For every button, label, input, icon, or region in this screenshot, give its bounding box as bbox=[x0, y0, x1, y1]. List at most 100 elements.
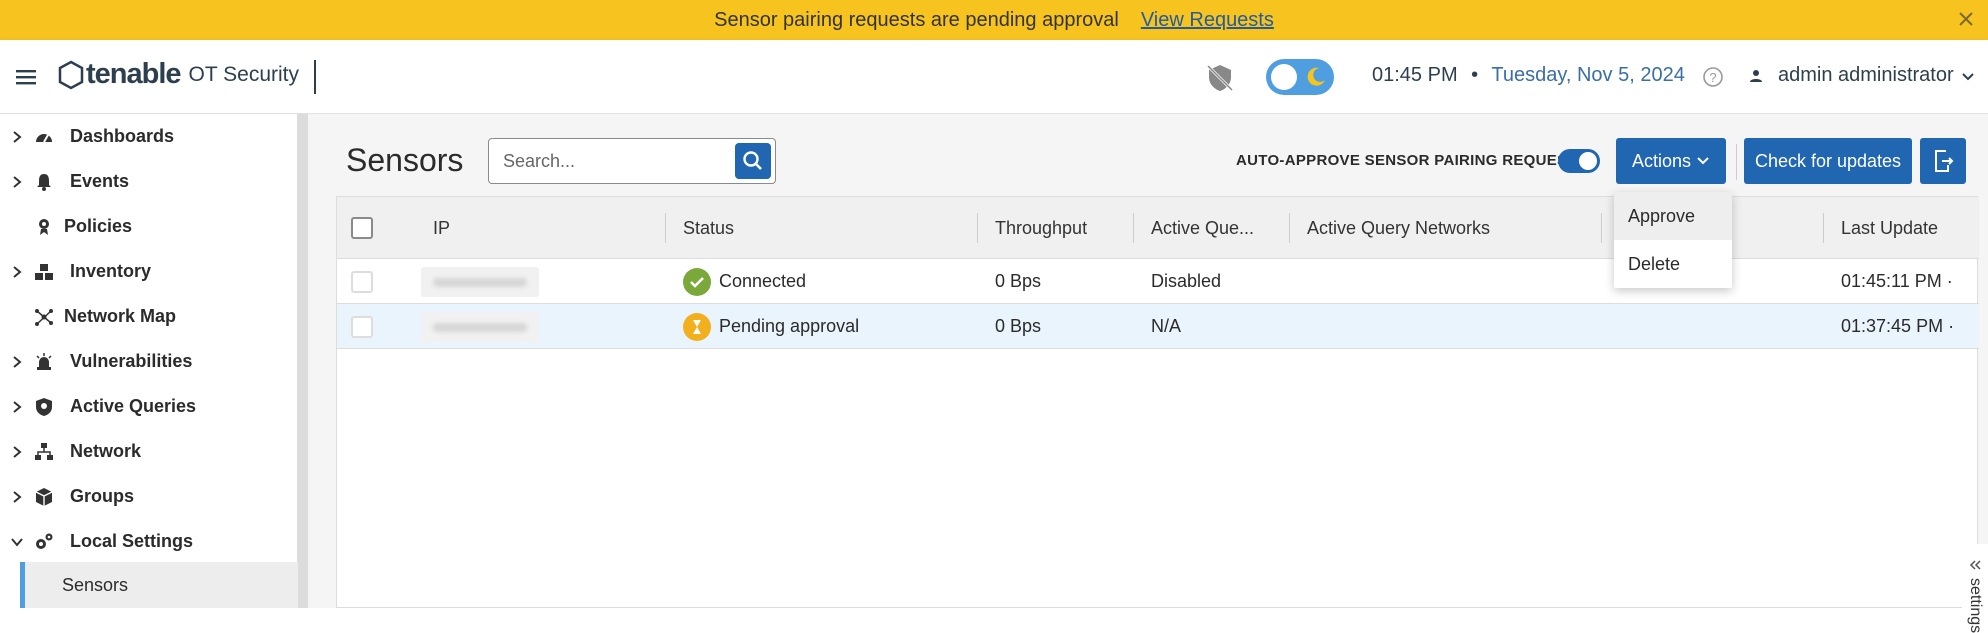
sidebar-subitem-label: Sensors bbox=[62, 574, 129, 595]
theme-toggle-knob bbox=[1271, 64, 1297, 90]
main-content: Sensors AUTO-APPROVE SENSOR PAIRING REQU… bbox=[308, 114, 1988, 633]
sidebar-item-label: Network bbox=[70, 441, 142, 461]
groups-icon bbox=[35, 487, 53, 506]
ip-redacted bbox=[421, 312, 539, 342]
throughput-cell: 0 Bps bbox=[995, 271, 1042, 291]
pending-approval-banner: Sensor pairing requests are pending appr… bbox=[0, 0, 1988, 40]
settings-icon bbox=[36, 533, 53, 549]
column-divider[interactable] bbox=[1823, 213, 1824, 243]
ip-redacted bbox=[421, 267, 539, 297]
user-menu[interactable]: admin administrator bbox=[1748, 64, 1976, 87]
menu-item-approve[interactable]: Approve bbox=[1614, 192, 1732, 240]
chevron-right-icon bbox=[13, 130, 22, 143]
sidebar-item-label: Dashboards bbox=[70, 126, 175, 146]
header-divider bbox=[314, 60, 316, 94]
throughput-cell: 0 Bps bbox=[995, 316, 1042, 336]
sidebar-item-local-settings[interactable]: Local Settings bbox=[0, 519, 298, 564]
sidebar-item-label: Local Settings bbox=[70, 531, 194, 551]
clock: 01:45 PM • Tuesday, Nov 5, 2024 bbox=[1372, 64, 1685, 87]
table-row[interactable]: Pending approval 0 Bps N/A 01:37:45 PM · bbox=[337, 304, 1979, 349]
tenable-logo-icon bbox=[58, 60, 84, 89]
actions-menu: Approve Delete bbox=[1614, 192, 1732, 288]
chevron-right-icon bbox=[13, 265, 22, 278]
row-checkbox[interactable] bbox=[351, 316, 373, 338]
toolbar-divider bbox=[1736, 144, 1737, 180]
sidebar-scrollbar[interactable] bbox=[298, 114, 308, 608]
export-icon bbox=[1935, 150, 1954, 172]
column-header-last-update[interactable]: Last Update bbox=[1841, 197, 1938, 259]
chevron-right-icon bbox=[13, 175, 22, 188]
current-date: Tuesday, Nov 5, 2024 bbox=[1491, 64, 1685, 86]
check-circle-icon bbox=[683, 267, 711, 296]
menu-icon[interactable] bbox=[14, 67, 38, 87]
shield-off-icon[interactable] bbox=[1204, 62, 1236, 94]
column-divider[interactable] bbox=[1289, 213, 1290, 243]
auto-approve-label: AUTO-APPROVE SENSOR PAIRING REQUESTS bbox=[1236, 152, 1588, 169]
sidebar: Dashboards Events Policies Inventory Net… bbox=[0, 114, 298, 608]
column-header-active-queries[interactable]: Active Que... bbox=[1151, 197, 1254, 259]
check-for-updates-button[interactable]: Check for updates bbox=[1744, 138, 1912, 184]
export-button[interactable] bbox=[1920, 138, 1966, 184]
help-icon[interactable]: ? bbox=[1702, 66, 1724, 88]
shield-icon bbox=[36, 397, 52, 416]
column-header-ip[interactable]: IP bbox=[433, 197, 450, 259]
menu-item-delete[interactable]: Delete bbox=[1614, 240, 1732, 288]
sidebar-item-vulnerabilities[interactable]: Vulnerabilities bbox=[0, 339, 298, 384]
column-header-throughput[interactable]: Throughput bbox=[995, 197, 1087, 259]
search-icon bbox=[743, 151, 762, 170]
column-divider[interactable] bbox=[977, 213, 978, 243]
select-all-checkbox[interactable] bbox=[351, 217, 373, 239]
auto-approve-toggle[interactable] bbox=[1558, 149, 1600, 173]
network-map-icon bbox=[35, 308, 53, 326]
status-cell: Connected bbox=[683, 259, 806, 304]
sidebar-item-label: Network Map bbox=[64, 306, 177, 326]
page-title: Sensors bbox=[346, 142, 464, 178]
close-icon[interactable] bbox=[1954, 7, 1978, 31]
chevron-down-icon bbox=[1961, 72, 1974, 80]
row-checkbox[interactable] bbox=[351, 271, 373, 293]
sidebar-item-label: Vulnerabilities bbox=[70, 351, 193, 371]
chevron-right-icon bbox=[13, 400, 22, 413]
column-divider[interactable] bbox=[1601, 213, 1602, 243]
chevron-down-icon bbox=[1697, 157, 1709, 165]
sidebar-item-label: Groups bbox=[70, 486, 135, 506]
sidebar-item-events[interactable]: Events bbox=[0, 159, 298, 204]
settings-side-panel-tab[interactable]: settings bbox=[1962, 544, 1988, 633]
sidebar-item-inventory[interactable]: Inventory bbox=[0, 249, 298, 294]
sidebar-item-groups[interactable]: Groups bbox=[0, 474, 298, 519]
sidebar-item-dashboards[interactable]: Dashboards bbox=[0, 114, 298, 159]
table-row[interactable]: Connected 0 Bps Disabled 01:45:11 PM · bbox=[337, 259, 1979, 304]
status-cell: Pending approval bbox=[683, 304, 859, 349]
view-requests-link[interactable]: View Requests bbox=[1141, 9, 1274, 32]
top-bar: tenable OT Security 01:45 PM • Tuesday, … bbox=[0, 40, 1988, 114]
bell-icon bbox=[37, 173, 51, 191]
chevron-down-icon bbox=[11, 537, 23, 547]
theme-toggle[interactable] bbox=[1266, 59, 1334, 95]
column-divider[interactable] bbox=[1133, 213, 1134, 243]
column-header-status[interactable]: Status bbox=[683, 197, 734, 259]
toggle-knob bbox=[1579, 152, 1597, 170]
gauge-icon bbox=[36, 133, 52, 142]
sidebar-subitem-sensors[interactable]: Sensors bbox=[20, 562, 298, 608]
time-separator: • bbox=[1471, 64, 1479, 86]
column-divider[interactable] bbox=[665, 213, 666, 243]
search-button[interactable] bbox=[735, 143, 771, 179]
chevron-right-icon bbox=[13, 355, 22, 368]
sidebar-item-label: Inventory bbox=[70, 261, 152, 281]
app-logo: tenable OT Security bbox=[56, 58, 299, 91]
banner-message: Sensor pairing requests are pending appr… bbox=[714, 8, 1119, 31]
inventory-icon bbox=[35, 263, 53, 280]
sidebar-item-policies[interactable]: Policies bbox=[0, 204, 298, 249]
status-text: Pending approval bbox=[719, 316, 860, 336]
sidebar-item-network[interactable]: Network bbox=[0, 429, 298, 474]
last-update-cell: 01:37:45 PM · bbox=[1841, 316, 1955, 336]
search-input[interactable] bbox=[503, 148, 723, 174]
user-icon bbox=[1750, 69, 1762, 82]
sidebar-item-network-map[interactable]: Network Map bbox=[0, 294, 298, 339]
actions-button[interactable]: Actions bbox=[1616, 138, 1726, 184]
current-time: 01:45 PM bbox=[1372, 64, 1458, 86]
sidebar-item-active-queries[interactable]: Active Queries bbox=[0, 384, 298, 429]
actions-button-label: Actions bbox=[1632, 150, 1692, 171]
chevron-right-icon bbox=[13, 490, 22, 503]
column-header-active-query-networks[interactable]: Active Query Networks bbox=[1307, 197, 1490, 259]
